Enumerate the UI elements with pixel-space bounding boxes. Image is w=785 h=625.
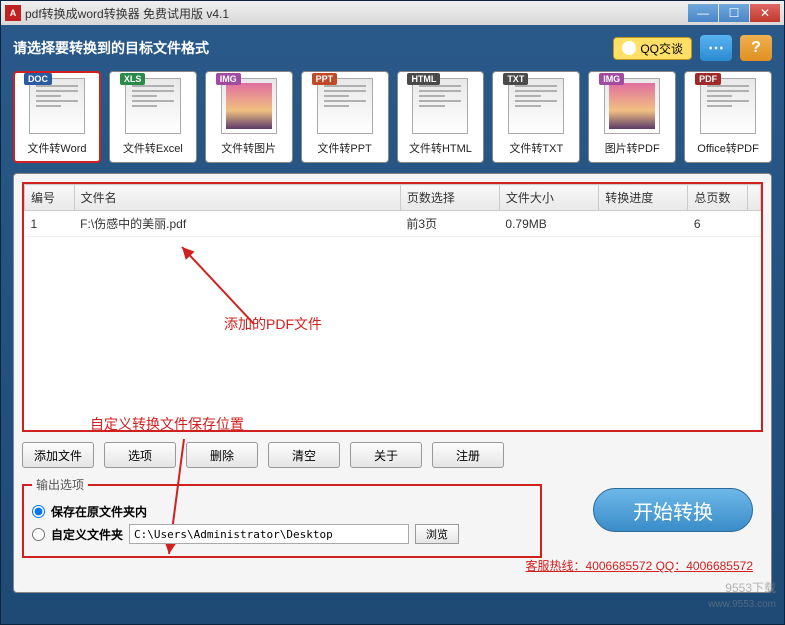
table-row[interactable]: 1F:\伤感中的美丽.pdf前3页0.79MB 6: [25, 211, 761, 237]
format-label: 图片转PDF: [605, 140, 660, 156]
format-preview-icon: IMG: [221, 78, 277, 134]
prompt-text: 请选择要转换到的目标文件格式: [13, 38, 209, 58]
format-tag: HTML: [407, 73, 440, 85]
format-preview-icon: TXT: [508, 78, 564, 134]
custom-path-input[interactable]: [129, 524, 409, 544]
label-original-folder: 保存在原文件夹内: [51, 503, 147, 520]
register-button[interactable]: 注册: [432, 442, 504, 468]
format-tag: IMG: [216, 73, 241, 85]
th-progress[interactable]: 转换进度: [599, 185, 688, 211]
format-tag: PDF: [695, 73, 721, 85]
titlebar: A pdf转换成word转换器 免费试用版 v4.1 — ☐ ✕: [1, 1, 784, 25]
hotline-text[interactable]: 客服热线：4006685572 QQ：4006685572: [526, 557, 753, 574]
format-label: 文件转TXT: [509, 140, 563, 156]
format-preview-icon: IMG: [604, 78, 660, 134]
help-icon[interactable]: ?: [740, 35, 772, 61]
maximize-button[interactable]: ☐: [719, 4, 749, 22]
file-table-wrap: 编号 文件名 页数选择 文件大小 转换进度 总页数 1F:\伤感中的美丽.pdf…: [22, 182, 763, 432]
format-btn-4[interactable]: HTML 文件转HTML: [397, 71, 485, 163]
radio-original-folder[interactable]: [32, 505, 45, 518]
format-label: 文件转HTML: [409, 140, 472, 156]
format-label: 文件转Excel: [123, 140, 183, 156]
cell-name: F:\伤感中的美丽.pdf: [74, 211, 400, 237]
watermark-url: www.9553.com: [708, 599, 776, 610]
chat-icon[interactable]: ⋯: [700, 35, 732, 61]
cell-num: 1: [25, 211, 75, 237]
radio-custom-folder[interactable]: [32, 528, 45, 541]
options-button[interactable]: 选项: [104, 442, 176, 468]
format-tag: IMG: [599, 73, 624, 85]
format-preview-icon: PPT: [317, 78, 373, 134]
qq-chat-button[interactable]: QQ交谈: [613, 37, 692, 60]
format-btn-3[interactable]: PPT 文件转PPT: [301, 71, 389, 163]
annotation-custom-path: 自定义转换文件保存位置: [90, 414, 244, 434]
th-size[interactable]: 文件大小: [499, 185, 598, 211]
format-tag: XLS: [120, 73, 146, 85]
format-preview-icon: XLS: [125, 78, 181, 134]
start-convert-button[interactable]: 开始转换: [593, 488, 753, 532]
format-preview-icon: DOC: [29, 78, 85, 134]
toolbar-area: 请选择要转换到的目标文件格式 QQ交谈 ⋯ ? DOC 文件转Word XLS 文件转…: [1, 25, 784, 173]
qq-label: QQ交谈: [640, 40, 683, 57]
cell-total: 6: [688, 211, 748, 237]
format-label: 文件转PPT: [317, 140, 371, 156]
watermark-site: 9553下载: [725, 579, 776, 596]
th-total[interactable]: 总页数: [688, 185, 748, 211]
main-panel: 编号 文件名 页数选择 文件大小 转换进度 总页数 1F:\伤感中的美丽.pdf…: [13, 173, 772, 593]
format-buttons: DOC 文件转Word XLS 文件转Excel IMG 文件转图片 PPT 文件转PPT HT…: [13, 71, 772, 163]
th-num[interactable]: 编号: [25, 185, 75, 211]
app-window: A pdf转换成word转换器 免费试用版 v4.1 — ☐ ✕ 请选择要转换到…: [0, 0, 785, 625]
clear-button[interactable]: 清空: [268, 442, 340, 468]
format-tag: PPT: [312, 73, 338, 85]
format-label: 文件转Word: [27, 140, 86, 156]
delete-button[interactable]: 删除: [186, 442, 258, 468]
th-name[interactable]: 文件名: [74, 185, 400, 211]
format-tag: DOC: [24, 73, 52, 85]
th-extra: [748, 185, 761, 211]
format-btn-2[interactable]: IMG 文件转图片: [205, 71, 293, 163]
format-btn-0[interactable]: DOC 文件转Word: [13, 71, 101, 163]
format-btn-1[interactable]: XLS 文件转Excel: [109, 71, 197, 163]
format-label: Office转PDF: [697, 140, 759, 156]
format-preview-icon: PDF: [700, 78, 756, 134]
minimize-button[interactable]: —: [688, 4, 718, 22]
label-custom-folder: 自定义文件夹: [51, 526, 123, 543]
format-tag: TXT: [503, 73, 528, 85]
file-table: 编号 文件名 页数选择 文件大小 转换进度 总页数 1F:\伤感中的美丽.pdf…: [24, 184, 761, 237]
annotation-added-file: 添加的PDF文件: [224, 314, 322, 334]
close-button[interactable]: ✕: [750, 4, 780, 22]
button-row: 添加文件 选项 删除 清空 关于 注册: [22, 442, 763, 468]
browse-button[interactable]: 浏览: [415, 524, 459, 544]
window-title: pdf转换成word转换器 免费试用版 v4.1: [25, 5, 688, 22]
qq-icon: [622, 41, 636, 55]
format-btn-6[interactable]: IMG 图片转PDF: [588, 71, 676, 163]
cell-progress: [599, 211, 688, 237]
format-label: 文件转图片: [221, 140, 276, 156]
format-preview-icon: HTML: [412, 78, 468, 134]
output-legend: 输出选项: [32, 476, 88, 493]
app-icon: A: [5, 5, 21, 21]
output-options: 输出选项 保存在原文件夹内 自定义文件夹 浏览: [22, 476, 542, 558]
format-btn-7[interactable]: PDF Office转PDF: [684, 71, 772, 163]
cell-size: 0.79MB: [499, 211, 598, 237]
cell-pages: 前3页: [400, 211, 499, 237]
th-pages[interactable]: 页数选择: [400, 185, 499, 211]
about-button[interactable]: 关于: [350, 442, 422, 468]
format-btn-5[interactable]: TXT 文件转TXT: [492, 71, 580, 163]
add-file-button[interactable]: 添加文件: [22, 442, 94, 468]
